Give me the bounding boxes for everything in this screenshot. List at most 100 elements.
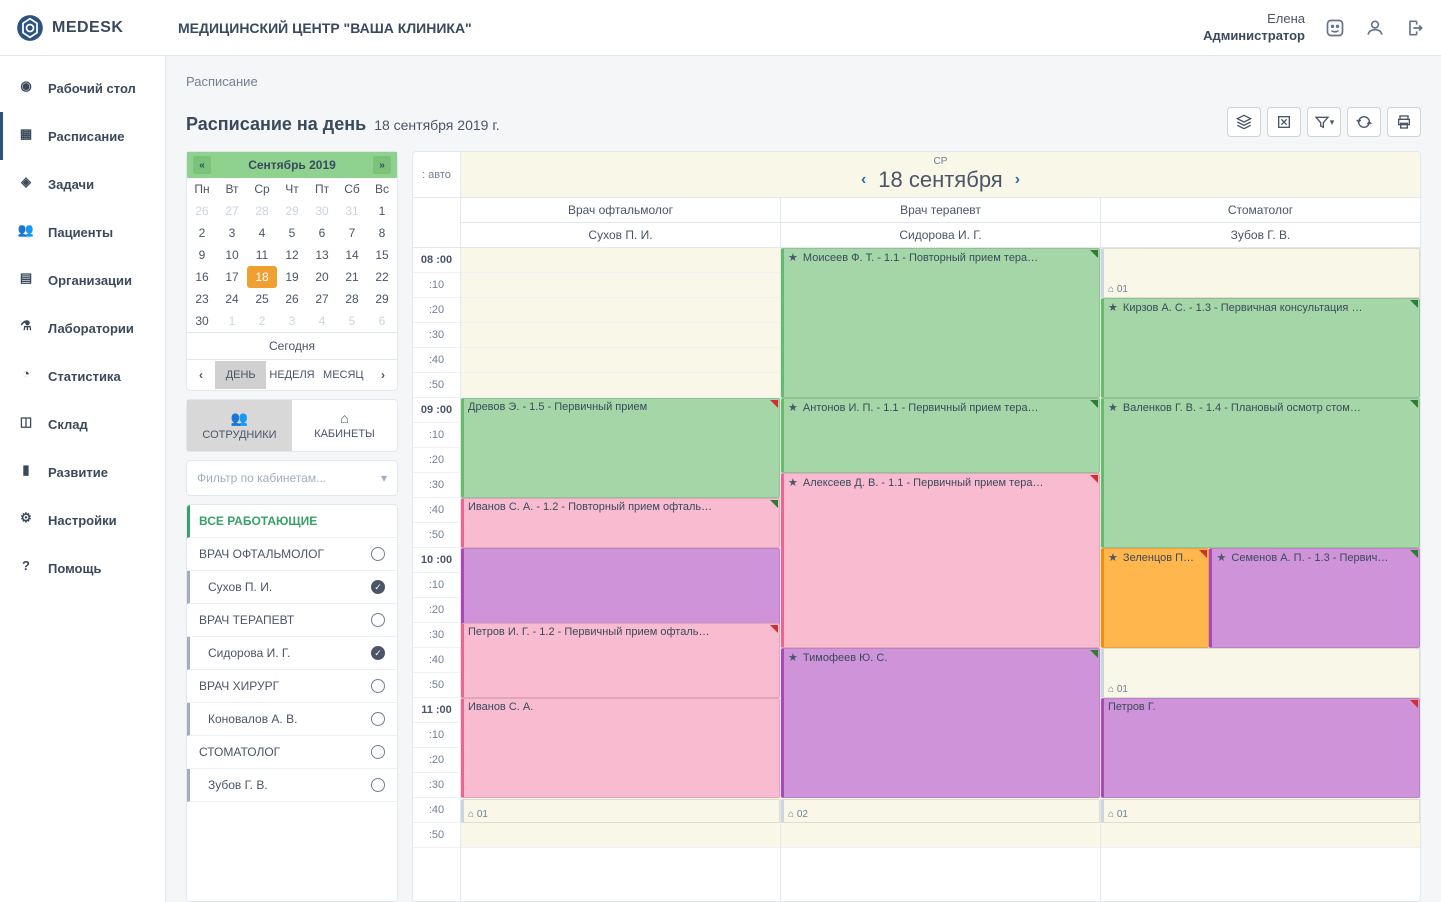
cal-day[interactable]: 2 [247,310,277,332]
nav-1[interactable]: ▦Расписание [0,112,165,160]
cal-day[interactable]: 1 [217,310,247,332]
tab-rooms[interactable]: ⌂КАБИНЕТЫ [292,400,397,451]
nav-6[interactable]: ◔Статистика [0,352,165,400]
cal-day[interactable]: 6 [367,310,397,332]
appointment[interactable]: ★ Зеленцов П… [1101,548,1209,648]
staff-role[interactable]: ВРАЧ ОФТАЛЬМОЛОГ [187,538,397,571]
sched-next-day[interactable]: › [1015,171,1020,189]
appointment[interactable]: ⌂ 01 [1101,648,1420,698]
cal-day[interactable]: 2 [187,222,217,244]
staff-person[interactable]: Коновалов А. В. [187,703,397,736]
cal-day[interactable]: 4 [307,310,337,332]
layers-button[interactable] [1227,107,1261,137]
cal-day[interactable]: 4 [247,222,277,244]
room-filter[interactable]: Фильтр по кабинетам... ▾ [186,460,398,496]
cal-day[interactable]: 14 [337,244,367,266]
cal-day[interactable]: 16 [187,266,217,288]
staff-all[interactable]: ВСЕ РАБОТАЮЩИЕ [187,505,397,538]
staff-role[interactable]: ВРАЧ ХИРУРГ [187,670,397,703]
print-button[interactable] [1387,107,1421,137]
appointment[interactable]: ★ Кирзов А. С. - 1.3 - Первичная консуль… [1101,298,1420,398]
cal-day[interactable]: 12 [277,244,307,266]
cal-day[interactable]: 15 [367,244,397,266]
nav-4[interactable]: ▤Организации [0,256,165,304]
cal-next[interactable]: » [373,156,391,174]
nav-5[interactable]: ⚗Лаборатории [0,304,165,352]
nav-8[interactable]: ▮Развитие [0,448,165,496]
sched-prev-day[interactable]: ‹ [861,171,866,189]
cal-day[interactable]: 22 [367,266,397,288]
cal-day[interactable]: 27 [217,200,247,222]
cal-day[interactable]: 30 [307,200,337,222]
cancel-filter-button[interactable] [1267,107,1301,137]
sched-auto[interactable]: : авто [413,152,461,197]
filter-button[interactable]: ▾ [1307,107,1341,137]
appointment[interactable]: Петров И. Г. - 1.2 - Первичный прием офт… [461,623,780,698]
appointment[interactable]: ⌂ 02 [781,799,1100,823]
appointment[interactable]: ★ Моисеев Ф. Т. - 1.1 - Повторный прием … [781,248,1100,398]
nav-10[interactable]: ?Помощь [0,544,165,592]
nav-2[interactable]: ◈Задачи [0,160,165,208]
person-icon[interactable] [1365,18,1385,38]
cal-day[interactable]: 5 [337,310,367,332]
cal-day[interactable]: 29 [367,288,397,310]
cal-today-button[interactable]: Сегодня [187,332,397,359]
cal-day[interactable]: 6 [307,222,337,244]
data-col-2[interactable]: ⌂ 01★ Кирзов А. С. - 1.3 - Первичная кон… [1101,248,1420,901]
appointment[interactable]: ⌂ 01 [461,799,780,823]
cal-day[interactable]: 20 [307,266,337,288]
appointment[interactable]: Иванов С. А. [461,698,780,798]
cal-day[interactable]: 26 [187,200,217,222]
appointment[interactable]: Петров Г. [1101,698,1420,798]
cal-day[interactable]: 28 [247,200,277,222]
appointment[interactable]: ★ Алексеев Д. В. - 1.1 - Первичный прием… [781,473,1100,648]
cal-prev[interactable]: « [193,156,211,174]
cal-day[interactable]: 13 [307,244,337,266]
cal-day[interactable]: 31 [337,200,367,222]
appointment[interactable]: ⌂ 01 [1101,248,1420,298]
appointment[interactable]: ★ Семенов А. П. - 1.3 - Первич… [1209,548,1420,648]
cal-day[interactable]: 7 [337,222,367,244]
appointment[interactable]: Древов Э. - 1.5 - Первичный прием [461,398,780,498]
cal-day[interactable]: 27 [307,288,337,310]
appointment[interactable]: Иванов С. А. - 1.2 - Повторный прием офт… [461,498,780,548]
cal-day[interactable]: 21 [337,266,367,288]
cal-day[interactable]: 5 [277,222,307,244]
cal-view-day[interactable]: ДЕНЬ [215,361,266,389]
user-block[interactable]: Елена Администратор [1203,11,1305,45]
smile-icon[interactable] [1325,18,1345,38]
staff-person[interactable]: Зубов Г. В. [187,769,397,802]
cal-day[interactable]: 28 [337,288,367,310]
data-col-0[interactable]: Древов Э. - 1.5 - Первичный приемИванов … [461,248,781,901]
cal-view-month[interactable]: МЕСЯЦ [318,361,369,389]
cal-day[interactable]: 23 [187,288,217,310]
cal-day[interactable]: 19 [277,266,307,288]
cal-day[interactable]: 3 [217,222,247,244]
data-col-1[interactable]: ★ Моисеев Ф. Т. - 1.1 - Повторный прием … [781,248,1101,901]
cal-day[interactable]: 25 [247,288,277,310]
refresh-button[interactable] [1347,107,1381,137]
staff-person[interactable]: Сухов П. И.✓ [187,571,397,604]
staff-role[interactable]: ВРАЧ ТЕРАПЕВТ [187,604,397,637]
cal-day[interactable]: 29 [277,200,307,222]
cal-day[interactable]: 30 [187,310,217,332]
cal-day[interactable]: 26 [277,288,307,310]
nav-9[interactable]: ⚙Настройки [0,496,165,544]
nav-7[interactable]: ◫Склад [0,400,165,448]
cal-day[interactable]: 3 [277,310,307,332]
logout-icon[interactable] [1405,18,1425,38]
cal-day[interactable]: 8 [367,222,397,244]
tab-staff[interactable]: 👥СОТРУДНИКИ [187,400,292,451]
appointment[interactable]: ★ Валенков Г. В. - 1.4 - Плановый осмотр… [1101,398,1420,548]
cal-view-prev[interactable]: ‹ [187,360,215,390]
appointment[interactable]: ⌂ 01 [1101,799,1420,823]
appointment[interactable]: ★ Тимофеев Ю. С. [781,648,1100,798]
cal-day[interactable]: 17 [217,266,247,288]
cal-view-next[interactable]: › [369,360,397,390]
staff-person[interactable]: Сидорова И. Г.✓ [187,637,397,670]
cal-day[interactable]: 24 [217,288,247,310]
cal-day[interactable]: 9 [187,244,217,266]
cal-view-week[interactable]: НЕДЕЛЯ [266,361,317,389]
sched-body[interactable]: 08 :00:10:20:30:40:5009 :00:10:20:30:40:… [413,248,1420,901]
staff-role[interactable]: СТОМАТОЛОГ [187,736,397,769]
